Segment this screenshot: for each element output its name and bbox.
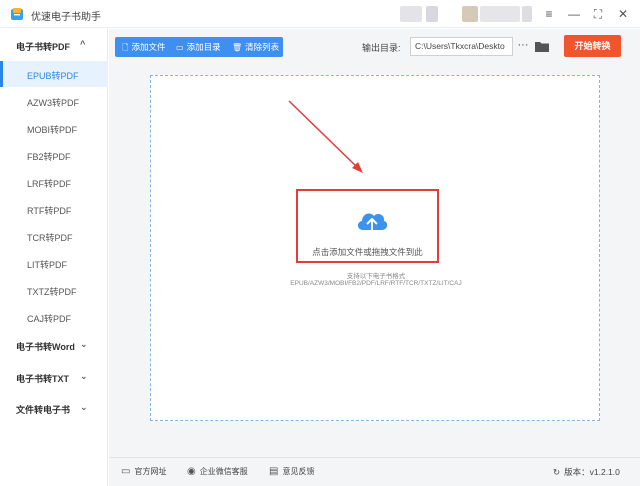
sidebar-group-file-to-ebook[interactable]: 文件转电子书 ⌄ [0,395,108,421]
add-folder-label: 添加目录 [186,42,221,52]
output-dir-input[interactable]: C:\Users\Tkxcra\Deskto [410,37,513,56]
start-convert-button[interactable]: 开始转换 [564,35,621,57]
add-file-label: 添加文件 [131,42,166,52]
website-label: 官方网址 [134,467,167,477]
sidebar-group-label: 文件转电子书 [16,405,71,415]
sidebar-group-label: 电子书转PDF [16,42,71,52]
feedback-label: 意见反馈 [282,467,315,477]
sidebar-item-label: CAJ转PDF [27,314,72,324]
sidebar-item-rtf-to-pdf[interactable]: RTF转PDF [0,196,108,222]
folder-icon[interactable] [534,39,550,53]
maximize-button[interactable]: ⛶ [590,6,606,22]
sidebar-group-label: 电子书转TXT [16,374,69,384]
sidebar-item-label: FB2转PDF [27,152,71,162]
sidebar-item-label: MOBI转PDF [27,125,78,135]
supported-formats-heading: 支持以下电子书格式 [346,273,406,280]
chevron-down-icon: ⌄ [80,339,88,349]
main-panel: 🗋 添加文件 ▭ 添加目录 🗑 清除列表 输出目录: C:\Users\Tkxcra\… [109,29,640,486]
clear-list-button[interactable]: 🗑 清除列表 [232,37,279,57]
sidebar-item-lrf-to-pdf[interactable]: LRF转PDF [0,169,108,195]
blurred-region [426,6,438,22]
sidebar-item-label: EPUB转PDF [27,71,79,81]
file-toolbar: 🗋 添加文件 ▭ 添加目录 🗑 清除列表 [115,37,283,57]
chat-icon: ◉ [187,466,196,477]
sidebar-item-label: TXTZ转PDF [27,287,77,297]
sidebar-group-to-pdf[interactable]: 电子书转PDF ^ [0,32,108,58]
sidebar-item-lit-to-pdf[interactable]: LIT转PDF [0,250,108,276]
sidebar-item-tcr-to-pdf[interactable]: TCR转PDF [0,223,108,249]
sidebar-item-caj-to-pdf[interactable]: CAJ转PDF [0,304,108,330]
file-dropzone[interactable]: 点击添加文件或拖拽文件到此 支持以下电子书格式 EPUB/AZW3/MOBI/F… [150,75,600,421]
chevron-up-icon: ^ [80,39,86,49]
feedback-link[interactable]: ▤ 意见反馈 [269,466,314,478]
file-icon: 🗋 [122,43,129,52]
website-link[interactable]: ▭ 官方网址 [121,466,166,478]
blurred-region [480,6,520,22]
clear-list-label: 清除列表 [245,42,280,52]
browse-more-button[interactable]: ··· [516,37,530,56]
blurred-region [462,6,478,22]
supported-formats-list: EPUB/AZW3/MOBI/FB2/PDF/LRF/RTF/TCR/TXTZ/… [290,280,462,287]
sidebar: 电子书转PDF ^ EPUB转PDF AZW3转PDF MOBI转PDF FB2… [0,29,108,486]
sidebar-item-label: RTF转PDF [27,206,72,216]
cloud-upload-icon [357,213,388,234]
feedback-icon: ▤ [269,466,279,477]
sidebar-item-txtz-to-pdf[interactable]: TXTZ转PDF [0,277,108,303]
sidebar-group-to-txt[interactable]: 电子书转TXT ⌄ [0,364,108,390]
sidebar-item-label: AZW3转PDF [27,98,80,108]
add-file-button[interactable]: 🗋 添加文件 [122,37,165,57]
folder-outline-icon: ▭ [176,43,184,52]
sidebar-item-fb2-to-pdf[interactable]: FB2转PDF [0,142,108,168]
sidebar-item-epub-to-pdf[interactable]: EPUB转PDF [0,61,108,87]
sidebar-item-mobi-to-pdf[interactable]: MOBI转PDF [0,115,108,141]
sidebar-item-label: TCR转PDF [27,233,73,243]
close-button[interactable]: ✕ [615,6,631,22]
menu-button[interactable]: ≡ [541,6,557,22]
blurred-region [400,6,422,22]
output-dir-label: 输出目录: [362,43,401,53]
wechat-label: 企业微信客服 [199,467,248,477]
version-label: 版本：v1.2.1.0 [564,467,620,477]
blurred-region [522,6,532,22]
title-bar: 优速电子书助手 ≡ — ⛶ ✕ [0,0,640,28]
sidebar-item-label: LIT转PDF [27,260,68,270]
upload-area[interactable]: 点击添加文件或拖拽文件到此 [296,189,439,263]
wechat-support-link[interactable]: ◉ 企业微信客服 [187,466,248,478]
version-info[interactable]: ↻ 版本：v1.2.1.0 [553,466,620,478]
minimize-button[interactable]: — [566,6,582,22]
add-folder-button[interactable]: ▭ 添加目录 [176,37,221,57]
trash-icon: 🗑 [232,43,243,52]
chevron-down-icon: ⌄ [80,402,88,412]
refresh-icon: ↻ [553,467,561,477]
chevron-down-icon: ⌄ [80,371,88,381]
monitor-icon: ▭ [121,466,131,477]
upload-hint: 点击添加文件或拖拽文件到此 [312,247,423,257]
sidebar-group-to-word[interactable]: 电子书转Word ⌄ [0,332,108,358]
sidebar-item-label: LRF转PDF [27,179,72,189]
app-logo-icon [11,8,23,20]
footer-bar: ▭ 官方网址 ◉ 企业微信客服 ▤ 意见反馈 ↻ 版本：v1.2.1.0 [109,457,640,486]
sidebar-item-azw3-to-pdf[interactable]: AZW3转PDF [0,88,108,114]
app-title: 优速电子书助手 [31,12,101,23]
sidebar-group-label: 电子书转Word [16,342,75,352]
